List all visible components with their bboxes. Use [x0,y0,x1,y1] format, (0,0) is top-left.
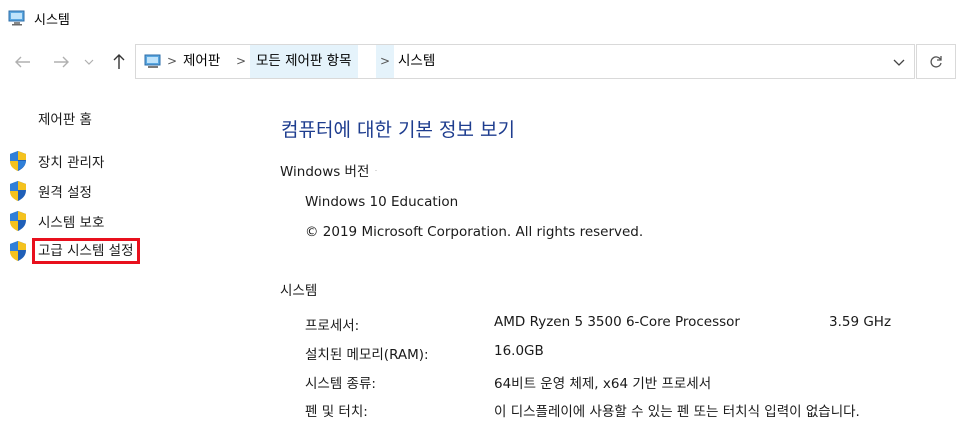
sidebar-item-label: 시스템 보호 [38,215,105,231]
system-type-value: 64비트 운영 체제, x64 기반 프로세서 [494,376,712,392]
memory-label: 설치된 메모리(RAM): [305,347,429,363]
processor-label: 프로세서: [305,318,360,334]
sidebar-item-label: 고급 시스템 설정 [32,238,140,264]
breadcrumb-control-panel[interactable]: 제어판 [183,45,220,78]
system-computer-icon [8,10,25,26]
forward-button[interactable] [50,51,72,73]
breadcrumb-separator[interactable]: > [376,45,394,78]
shield-icon [10,241,26,261]
breadcrumb-system[interactable]: 시스템 [398,45,435,78]
sidebar-item-label: 원격 설정 [38,185,92,201]
main-content: 컴퓨터에 대한 기본 정보 보기 Windows 버전 Windows 10 E… [255,88,964,426]
chevron-down-icon [84,59,94,65]
section-heading-label: Windows 버전 [280,164,370,180]
title-bar: 시스템 [0,0,964,38]
pen-touch-value: 이 디스플레이에 사용할 수 있는 펜 또는 터치식 입력이 없습니다. [494,404,860,420]
section-heading-label: 시스템 [280,283,318,299]
memory-value: 16.0GB [494,343,544,359]
shield-icon [10,151,26,171]
shield-icon [10,211,26,231]
shield-icon [10,181,26,201]
left-pane: 제어판 홈 장치 관리자 원격 설정 시스템 보호 고급 시스템 설정 [0,88,255,426]
arrow-right-icon [54,56,69,68]
windows-edition: Windows 10 Education [305,194,459,210]
control-panel-icon [144,54,161,68]
pen-touch-label: 펜 및 터치: [305,404,368,420]
sidebar-item-remote-settings[interactable]: 원격 설정 [8,179,92,203]
copyright-text: © 2019 Microsoft Corporation. All rights… [305,224,644,240]
processor-value: AMD Ryzen 5 3500 6-Core Processor [494,314,740,330]
breadcrumb-separator[interactable]: > [236,45,246,78]
up-button[interactable] [108,51,130,73]
arrow-left-icon [15,56,30,68]
back-button[interactable] [12,51,34,73]
address-bar[interactable]: > 제어판 > 모든 제어판 항목 > 시스템 [135,44,915,79]
window-title: 시스템 [34,13,70,28]
section-divider [375,169,378,171]
refresh-icon [930,55,942,68]
system-section-heading: 시스템 [280,279,317,299]
arrow-up-icon [113,54,125,69]
processor-speed: 3.59 GHz [829,314,892,330]
sidebar-item-system-protection[interactable]: 시스템 보호 [8,209,104,233]
sidebar-item-advanced-system-settings[interactable]: 고급 시스템 설정 [8,238,140,264]
refresh-button[interactable] [916,44,956,79]
breadcrumb-separator[interactable]: > [167,45,177,78]
windows-edition-section-heading: Windows 버전 [280,160,378,180]
page-title: 컴퓨터에 대한 기본 정보 보기 [281,119,515,141]
breadcrumb-all-control-panel-items[interactable]: 모든 제어판 항목 [250,45,358,78]
system-type-label: 시스템 종류: [305,376,376,392]
sidebar-item-device-manager[interactable]: 장치 관리자 [8,149,104,173]
navigation-bar: > 제어판 > 모든 제어판 항목 > 시스템 [0,38,964,88]
chevron-down-icon[interactable] [892,55,906,69]
sidebar-item-label: 장치 관리자 [38,155,105,171]
recent-locations-button[interactable] [82,51,96,73]
control-panel-home-link[interactable]: 제어판 홈 [38,108,92,128]
